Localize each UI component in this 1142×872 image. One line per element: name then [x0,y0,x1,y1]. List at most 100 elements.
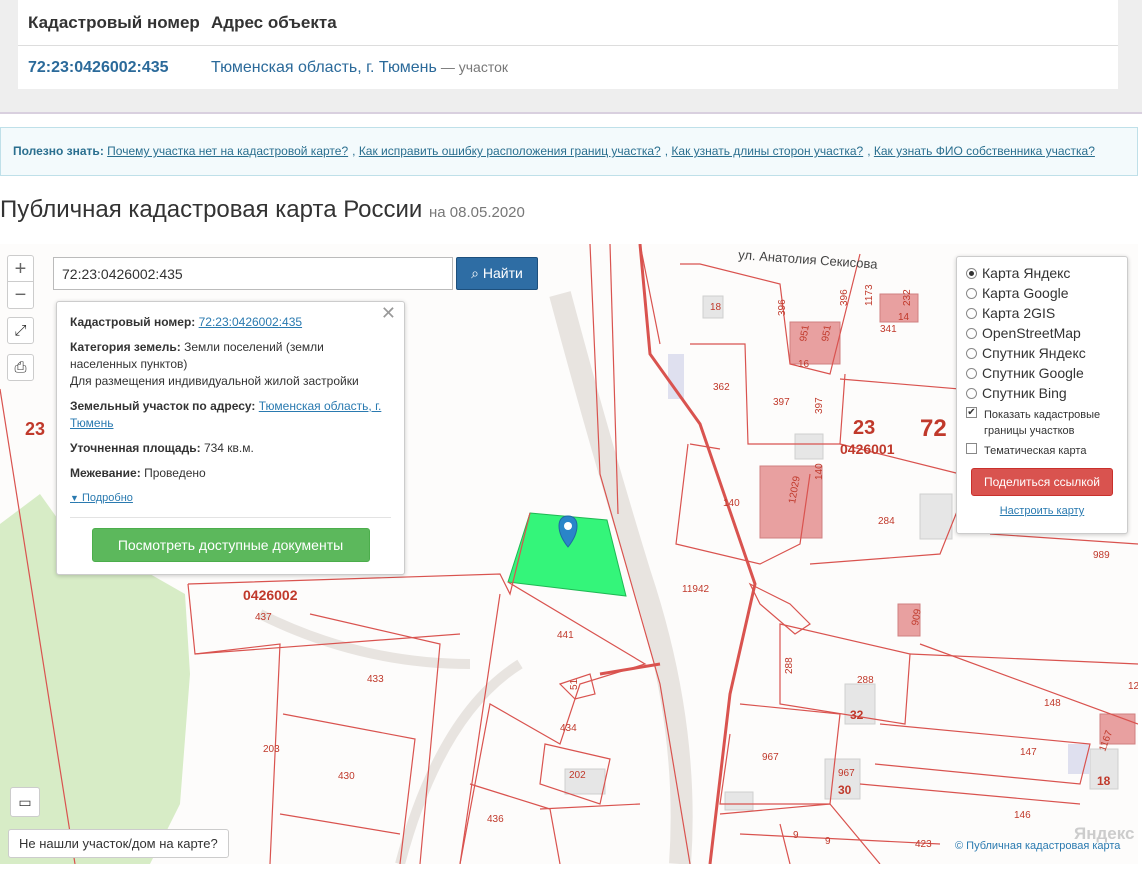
parcel-number-label: 433 [367,674,384,685]
parcel-number-label: 148 [1044,698,1061,709]
header-address: Адрес объекта [211,12,337,32]
street-label: ул. Анатолия Секисова [738,247,879,272]
parcel-number-label: 397 [773,397,790,408]
view-documents-button[interactable]: Посмотреть доступные документы [91,528,370,562]
parcel-number-label: 1173 [864,284,875,306]
popup-usage: Для размещения индивидуальной жилой заст… [70,374,359,388]
search-button[interactable]: ⌕ Найти [456,257,538,290]
layer-option[interactable]: Карта Яндекс [966,263,1118,283]
parcel-number-label: 202 [569,770,586,781]
layer-option-label: Спутник Bing [982,385,1067,401]
parcel-number-label: 989 [1093,550,1110,561]
search-icon: ⌕ [471,265,479,281]
share-link-button[interactable]: Поделиться ссылкой [971,468,1113,496]
zoom-in-button[interactable]: + [8,256,33,282]
layer-radio[interactable] [966,287,977,299]
popup-area-value: 734 кв.м. [203,441,254,455]
details-toggle-label: Подробно [81,492,133,504]
parcel-number-label: 396 [839,289,850,306]
layer-option[interactable]: OpenStreetMap [966,323,1118,343]
table-row[interactable]: 72:23:0426002:435 Тюменская область, г. … [18,46,1118,89]
thematic-option[interactable]: Тематическая карта [966,443,1118,459]
popup-cadastral-link[interactable]: 72:23:0426002:435 [199,315,302,329]
building [794,433,824,460]
thematic-checkbox[interactable] [966,443,977,454]
parcel-number-label: 23 [25,419,45,439]
header-cadastral: Кадастровый номер [28,12,200,32]
parcel-number-label: 396 [777,299,788,316]
popup-category-label: Категория земель: [70,340,181,354]
layer-option[interactable]: Спутник Яндекс [966,343,1118,363]
parcel-number-label: 362 [713,382,730,393]
info-link-missing-parcel[interactable]: Почему участка нет на кадастровой карте? [107,144,348,158]
parcel-number-label: 437 [255,612,272,623]
road [395,659,523,864]
parcel-number-label: 30 [838,783,852,797]
parcel-number-label: 436 [487,814,504,825]
print-icon[interactable]: ⎙ [7,354,34,381]
layer-radio[interactable] [966,307,977,319]
fullscreen-icon[interactable]: ⤢ [7,317,34,344]
zoom-out-button[interactable]: − [8,282,33,308]
layer-radio[interactable] [966,267,977,279]
parcel-number-label: 51 [569,678,580,690]
parcel-number-label: 0426002 [243,587,298,603]
search-input[interactable] [53,257,453,290]
address-link[interactable]: Тюменская область, г. Тюмень [211,59,437,76]
search-button-label: Найти [482,265,523,281]
building [919,493,953,540]
layer-radio[interactable] [966,327,977,339]
show-borders-checkbox[interactable]: ✔ [966,407,977,418]
useful-info-bar: Полезно знать: Почему участка нет на кад… [0,127,1138,176]
page-title: Публичная кадастровая карта России на 08… [0,196,525,224]
layer-option-label: OpenStreetMap [982,325,1081,341]
layer-option[interactable]: Спутник Bing [966,383,1118,403]
parcel-info-popup: ✕ Кадастровый номер: 72:23:0426002:435 К… [56,301,405,575]
parcel-number-label: 12 [1128,681,1138,692]
parcel-number-label: 23 [853,417,875,439]
parcel-number-label: 341 [880,324,897,335]
close-icon[interactable]: ✕ [381,304,396,322]
not-found-button[interactable]: Не нашли участок/дом на карте? [8,829,229,858]
ruler-icon[interactable]: ▭ [10,787,40,817]
popup-area-label: Уточненная площадь: [70,441,201,455]
popup-survey-value: Проведено [144,466,206,480]
layer-option[interactable]: Карта Google [966,283,1118,303]
layer-option[interactable]: Карта 2GIS [966,303,1118,323]
parcel-number-label: 14 [898,312,910,323]
parcel-number-label: 16 [798,359,810,370]
popup-address-label: Земельный участок по адресу: [70,399,256,413]
show-borders-label: Показать кадастровые границы участков [984,409,1101,437]
parcel-number-label: 18 [710,302,722,313]
cadastral-map[interactable]: ул. Анатолия Секисова 18 396 396 1173 232 341… [0,244,1138,864]
layer-options: Карта Яндекс Карта Google Карта 2GIS OpenSt… [966,263,1118,403]
page-date: на 08.05.2020 [429,204,525,221]
parcel-number-label: 430 [338,771,355,782]
layer-option[interactable]: Спутник Google [966,363,1118,383]
parcel-number-label: 9 [793,830,799,841]
building [724,791,754,811]
layer-option-label: Спутник Яндекс [982,345,1086,361]
show-borders-option[interactable]: ✔ Показать кадастровые границы участков [966,407,1118,439]
map-copyright-link[interactable]: © Публичная кадастровая карта [955,840,1120,852]
layer-option-label: Карта Google [982,285,1069,301]
parcel-number-label: 423 [915,839,932,850]
parcel-number-label: 441 [557,630,574,641]
parcel-number-label: 434 [560,723,577,734]
info-link-fix-borders[interactable]: Как исправить ошибку расположения границ… [359,144,661,158]
configure-map-link[interactable]: Настроить карту [966,505,1118,517]
layer-radio[interactable] [966,367,977,379]
layer-radio[interactable] [966,347,977,359]
thematic-label: Тематическая карта [984,445,1087,457]
layer-switcher: Карта Яндекс Карта Google Карта 2GIS OpenSt… [956,256,1128,534]
layer-radio[interactable] [966,387,977,399]
details-toggle[interactable]: ▼ Подробно [70,490,391,507]
info-link-owner-name[interactable]: Как узнать ФИО собственника участка? [874,144,1095,158]
parcel-number-label: 203 [263,744,280,755]
zoom-control: + − [7,255,34,309]
parcel-number-label: 9 [825,836,831,847]
parcel-number-label: 11942 [682,584,710,595]
info-link-side-lengths[interactable]: Как узнать длины сторон участка? [671,144,863,158]
parcel-number-label: 397 [814,397,825,414]
cadastral-number-link[interactable]: 72:23:0426002:435 [18,59,211,77]
